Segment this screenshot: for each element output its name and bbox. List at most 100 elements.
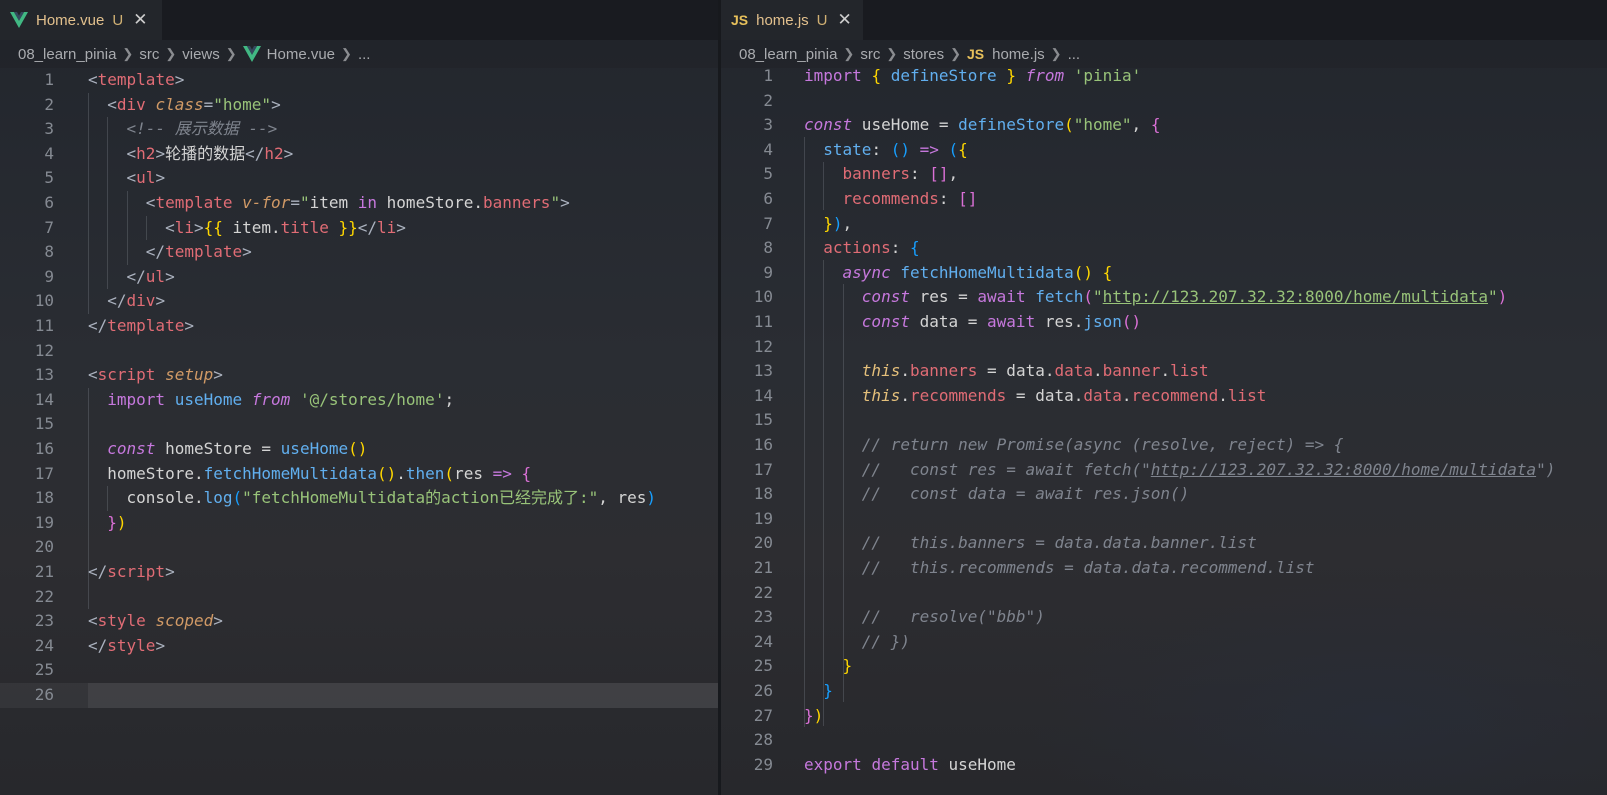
code-line[interactable]: 13 this.banners = data.data.banner.list xyxy=(721,359,1607,384)
code-line[interactable]: 17 homeStore.fetchHomeMultidata().then(r… xyxy=(0,462,718,487)
chevron-right-icon: ❯ xyxy=(886,46,898,61)
code-line[interactable]: 4 state: () => ({ xyxy=(721,138,1607,163)
code-editor[interactable]: 1 import { defineStore } from 'pinia' 2 3 co… xyxy=(721,66,1607,795)
code-line[interactable]: 11 </template> xyxy=(0,314,718,339)
code-line[interactable]: 19 xyxy=(721,507,1607,532)
code-line[interactable]: 24 </style> xyxy=(0,634,718,659)
code-line[interactable]: 26 } xyxy=(721,679,1607,704)
code-line[interactable]: 19 }) xyxy=(0,511,718,536)
code-line[interactable]: 13 <script setup> xyxy=(0,363,718,388)
code-token: </ xyxy=(126,266,146,286)
code-line[interactable]: 16 // return new Promise(async (resolve,… xyxy=(721,433,1607,458)
line-number: 27 xyxy=(753,705,773,725)
code-line[interactable]: 5 banners: [], xyxy=(721,162,1607,187)
code-editor[interactable]: 1 <template> 2 <div class="home"> 3 <!-- 展示… xyxy=(0,68,718,795)
breadcrumb-item-file[interactable]: Home.vue xyxy=(267,46,335,63)
code-line[interactable]: 22 xyxy=(721,581,1607,606)
code-line[interactable]: 6 recommends: [] xyxy=(721,187,1607,212)
line-number: 1 xyxy=(44,70,54,89)
code-line[interactable]: 16 const homeStore = useHome() xyxy=(0,437,718,462)
code-line[interactable]: 2 xyxy=(721,89,1607,114)
code-token: } xyxy=(804,705,814,725)
code-line[interactable]: 21 // this.recommends = data.data.recomm… xyxy=(721,556,1607,581)
code-line[interactable]: 25 } xyxy=(721,654,1607,679)
breadcrumb-item-file[interactable]: home.js xyxy=(992,46,1045,63)
code-line[interactable]: 23 // resolve("bbb") xyxy=(721,605,1607,630)
line-number: 18 xyxy=(34,488,54,508)
code-line[interactable]: 28 xyxy=(721,728,1607,753)
code-line[interactable]: 24 // }) xyxy=(721,630,1607,655)
line-number: 9 xyxy=(44,266,54,286)
code-token: < xyxy=(88,70,98,89)
code-line[interactable]: 10 const res = await fetch("http://123.2… xyxy=(721,285,1607,310)
breadcrumb-item-stores[interactable]: stores xyxy=(903,46,944,63)
code-line[interactable]: 11 const data = await res.json() xyxy=(721,310,1607,335)
code-token: await xyxy=(987,312,1036,331)
code-line[interactable]: 14 import useHome from '@/stores/home'; xyxy=(0,388,718,413)
chevron-right-icon: ❯ xyxy=(341,46,352,61)
indent-guide xyxy=(88,92,89,314)
code-token: homeStore. xyxy=(377,193,483,212)
vue-file-icon xyxy=(242,46,261,62)
code-token: json xyxy=(1083,312,1122,331)
code-line[interactable]: 8 actions: { xyxy=(721,236,1607,261)
breadcrumb-item-project[interactable]: 08_learn_pinia xyxy=(18,46,116,63)
line-number: 12 xyxy=(753,336,773,356)
code-token: li xyxy=(377,217,397,237)
code-line[interactable]: 7 }), xyxy=(721,212,1607,237)
code-token: useHome xyxy=(938,754,1016,774)
code-line[interactable]: 27}) xyxy=(721,704,1607,729)
code-token: > xyxy=(155,143,166,163)
code-line[interactable]: 9 async fetchHomeMultidata() { xyxy=(721,261,1607,286)
code-line[interactable]: 12 xyxy=(721,335,1607,360)
code-token: => xyxy=(919,139,939,159)
code-line[interactable]: 15 xyxy=(721,408,1607,433)
indent-guide xyxy=(126,191,128,265)
code-line[interactable]: 25 xyxy=(0,658,718,683)
line-number: 14 xyxy=(753,385,773,405)
code-line[interactable]: 2 <div class="home"> xyxy=(0,93,718,118)
code-token: banners xyxy=(483,193,551,212)
code-token: . xyxy=(1160,361,1171,381)
code-token: // this.banners = data.data.banner.list xyxy=(861,533,1257,553)
line-number: 24 xyxy=(34,635,54,655)
code-line[interactable]: 10 </div> xyxy=(0,289,718,314)
code-line[interactable]: 3 const useHome = defineStore("home", { xyxy=(721,113,1607,138)
breadcrumb-item-src[interactable]: src xyxy=(139,46,159,63)
code-line[interactable]: 20 // this.banners = data.data.banner.li… xyxy=(721,531,1607,556)
code-line[interactable]: 14 this.recommends = data.data.recommend… xyxy=(721,384,1607,409)
code-token: "fetchHomeMultidata的action已经完成了:" xyxy=(242,488,599,508)
breadcrumb-item-more[interactable]: ... xyxy=(1068,46,1081,63)
code-token: item. xyxy=(222,217,281,237)
tab-home-js[interactable]: JS home.js U ✕ xyxy=(721,0,863,40)
code-line[interactable]: 29 export default useHome xyxy=(721,753,1607,778)
code-line[interactable]: 1 import { defineStore } from 'pinia' xyxy=(721,64,1607,89)
code-line[interactable]: 1 <template> xyxy=(0,68,718,93)
code-line[interactable]: 18 // const data = await res.json() xyxy=(721,482,1607,507)
tab-home-vue[interactable]: Home.vue U ✕ xyxy=(0,0,162,40)
code-text: } xyxy=(804,654,853,679)
close-icon[interactable]: ✕ xyxy=(838,10,852,30)
line-number: 6 xyxy=(44,193,54,212)
code-line[interactable]: 22 xyxy=(0,585,718,610)
code-line[interactable]: 17 // const res = await fetch("http://12… xyxy=(721,458,1607,483)
breadcrumb-item-views[interactable]: views xyxy=(182,46,220,63)
close-icon[interactable]: ✕ xyxy=(133,10,147,30)
code-token: = xyxy=(290,193,300,212)
code-token: " xyxy=(550,193,561,212)
code-line[interactable]: 21 </script> xyxy=(0,560,718,585)
breadcrumb-item-src[interactable]: src xyxy=(860,46,880,63)
breadcrumb-item-more[interactable]: ... xyxy=(358,46,371,63)
breadcrumb-item-project[interactable]: 08_learn_pinia xyxy=(739,46,837,63)
code-line[interactable]: 26 xyxy=(0,683,718,708)
code-line[interactable]: 12 xyxy=(0,339,718,364)
code-line[interactable]: 15 xyxy=(0,412,718,437)
line-number: 19 xyxy=(34,512,54,532)
code-token: in xyxy=(357,193,378,212)
code-line[interactable]: 23 <style scoped> xyxy=(0,609,718,634)
code-line[interactable]: 20 xyxy=(0,535,718,560)
